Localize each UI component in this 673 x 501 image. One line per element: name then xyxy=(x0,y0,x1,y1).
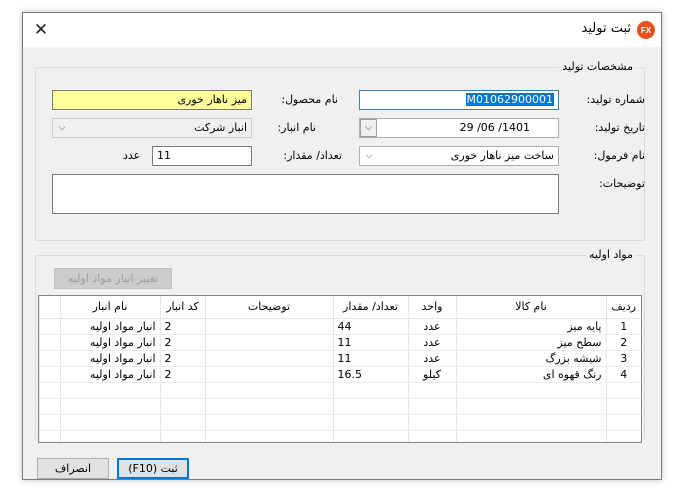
production-date-picker[interactable]: 1401/ 06/ 29 ⌵ xyxy=(359,118,559,138)
production-details-title: مشخصات تولید xyxy=(559,60,636,73)
col-header-row-number[interactable]: ردیف xyxy=(605,296,641,319)
materials-grid[interactable]: ردیف نام کالا واحد تعداد/ مقدار توضیحات … xyxy=(38,295,642,443)
description-textarea[interactable] xyxy=(52,174,559,214)
production-dialog: FX ثبت تولید ✕ مشخصات تولید شماره تولید:… xyxy=(22,12,662,480)
warehouse-label: نام انبار: xyxy=(277,121,316,134)
window-title: ثبت تولید xyxy=(581,21,631,36)
table-row[interactable]: 4 رنگ قهوه ای کیلو 16.5 2 انبار مواد اول… xyxy=(39,366,641,383)
table-header-row: ردیف نام کالا واحد تعداد/ مقدار توضیحات … xyxy=(39,296,641,319)
materials-title: مواد اولیه xyxy=(586,248,636,261)
quantity-input[interactable]: 11 xyxy=(152,146,252,166)
formula-combo[interactable]: ساخت میز ناهار خوری ⌵ xyxy=(359,146,559,166)
dialog-body: مشخصات تولید شماره تولید: M01062900001 ن… xyxy=(23,47,661,479)
cell-quantity: 16.5 xyxy=(332,366,408,383)
table-row[interactable]: 2 سطح میز عدد 11 2 انبار مواد اولیه xyxy=(39,334,641,351)
col-header-description[interactable]: توضیحات xyxy=(204,296,333,319)
cell-unit: عدد xyxy=(407,334,456,351)
cell-warehouse-code: 2 xyxy=(159,366,205,383)
cell-quantity: 11 xyxy=(332,334,408,351)
chevron-down-icon: ⌵ xyxy=(365,151,373,161)
cell-row-number: 2 xyxy=(605,334,641,351)
formula-value: ساخت میز ناهار خوری xyxy=(450,149,554,162)
chevron-down-icon: ⌵ xyxy=(58,123,66,133)
cell-warehouse-code: 2 xyxy=(159,350,205,367)
cell-quantity: 11 xyxy=(332,350,408,367)
empty-row xyxy=(39,398,641,415)
app-logo-icon: FX xyxy=(637,21,655,39)
cell-item-name: پایه میز xyxy=(455,318,606,335)
col-header-quantity[interactable]: تعداد/ مقدار xyxy=(332,296,408,319)
col-header-item-name[interactable]: نام کالا xyxy=(455,296,606,319)
close-button[interactable]: ✕ xyxy=(27,17,55,43)
cell-filler xyxy=(39,366,60,383)
quantity-label: تعداد/ مقدار: xyxy=(283,149,342,162)
production-number-input[interactable]: M01062900001 xyxy=(359,90,559,110)
cell-item-name: سطح میز xyxy=(455,334,606,351)
cell-description xyxy=(204,350,333,367)
warehouse-combo[interactable]: انبار شرکت ⌵ xyxy=(52,118,252,138)
cell-warehouse-name: انبار مواد اولیه xyxy=(59,350,160,367)
cell-row-number: 1 xyxy=(605,318,641,335)
col-header-unit[interactable]: واحد xyxy=(407,296,456,319)
cell-description xyxy=(204,318,333,335)
description-label: توضیحات: xyxy=(599,177,645,190)
production-number-label: شماره تولید: xyxy=(586,93,645,106)
cell-unit: کیلو xyxy=(407,366,456,383)
save-button[interactable]: ثبت (F10) xyxy=(117,458,189,479)
cell-filler xyxy=(39,350,60,367)
change-warehouse-button[interactable]: تغییر انبار مواد اولیه xyxy=(54,268,172,289)
chevron-down-icon[interactable]: ⌵ xyxy=(360,119,377,137)
production-date-label: تاریخ تولید: xyxy=(594,121,645,134)
empty-row xyxy=(39,414,641,431)
cell-filler xyxy=(39,318,60,335)
cell-row-number: 4 xyxy=(605,366,641,383)
cell-item-name: رنگ قهوه ای xyxy=(455,366,606,383)
cancel-button[interactable]: انصراف xyxy=(37,458,109,479)
production-number-value: M01062900001 xyxy=(465,93,554,106)
cell-description xyxy=(204,334,333,351)
cell-description xyxy=(204,366,333,383)
cell-warehouse-name: انبار مواد اولیه xyxy=(59,318,160,335)
title-bar: FX ثبت تولید ✕ xyxy=(23,13,661,47)
production-date-value: 1401/ 06/ 29 xyxy=(459,121,530,134)
cell-warehouse-code: 2 xyxy=(159,334,205,351)
col-header-filler xyxy=(39,296,60,319)
table-row[interactable]: 3 شیشه بزرگ عدد 11 2 انبار مواد اولیه xyxy=(39,350,641,367)
warehouse-value: انبار شرکت xyxy=(194,121,247,134)
cell-item-name: شیشه بزرگ xyxy=(455,350,606,367)
cell-unit: عدد xyxy=(407,318,456,335)
col-header-warehouse-code[interactable]: کد انبار xyxy=(159,296,205,319)
empty-row xyxy=(39,382,641,399)
cell-unit: عدد xyxy=(407,350,456,367)
empty-row xyxy=(39,430,641,442)
cell-filler xyxy=(39,334,60,351)
col-header-warehouse-name[interactable]: نام انبار xyxy=(59,296,160,319)
cell-warehouse-code: 2 xyxy=(159,318,205,335)
cell-warehouse-name: انبار مواد اولیه xyxy=(59,334,160,351)
cell-warehouse-name: انبار مواد اولیه xyxy=(59,366,160,383)
quantity-unit: عدد xyxy=(123,149,141,162)
materials-table: ردیف نام کالا واحد تعداد/ مقدار توضیحات … xyxy=(39,296,641,442)
formula-label: نام فرمول: xyxy=(593,149,645,162)
table-row[interactable]: 1 پایه میز عدد 44 2 انبار مواد اولیه xyxy=(39,318,641,335)
product-name-field[interactable]: میز ناهار خوری xyxy=(52,90,252,110)
cell-quantity: 44 xyxy=(332,318,408,335)
cell-row-number: 3 xyxy=(605,350,641,367)
product-name-label: نام محصول: xyxy=(281,93,338,106)
